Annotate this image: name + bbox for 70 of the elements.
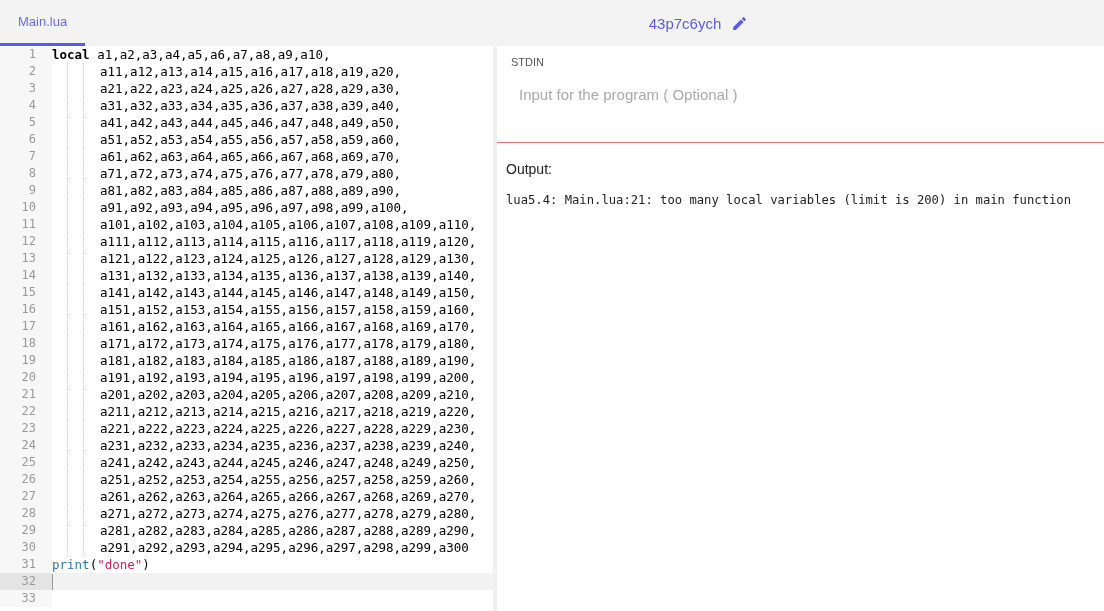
code-line: a211,a212,a213,a214,a215,a216,a217,a218,a219,a220, bbox=[100, 404, 477, 419]
line-number: 14 bbox=[0, 267, 52, 284]
code-line: a171,a172,a173,a174,a175,a176,a177,a178,a179,a180, bbox=[100, 336, 477, 351]
code-line: a161,a162,a163,a164,a165,a166,a167,a168,a169,a170, bbox=[100, 319, 477, 334]
line-number: 17 bbox=[0, 318, 52, 335]
line-number: 21 bbox=[0, 386, 52, 403]
code-line: a271,a272,a273,a274,a275,a276,a277,a278,a279,a280, bbox=[100, 506, 477, 521]
line-number: 12 bbox=[0, 233, 52, 250]
code-line: a291,a292,a293,a294,a295,a296,a297,a298,a299,a300 bbox=[100, 540, 469, 555]
code-line: a201,a202,a203,a204,a205,a206,a207,a208,a209,a210, bbox=[100, 387, 477, 402]
stdin-label: STDIN bbox=[511, 56, 545, 68]
line-number: 8 bbox=[0, 165, 52, 182]
pencil-icon[interactable] bbox=[731, 14, 749, 32]
line-number: 26 bbox=[0, 471, 52, 488]
line-number: 25 bbox=[0, 454, 52, 471]
line-number: 32 bbox=[0, 573, 52, 590]
line-number: 11 bbox=[0, 216, 52, 233]
code-line: a261,a262,a263,a264,a265,a266,a267,a268,a269,a270, bbox=[100, 489, 477, 504]
code-line: a51,a52,a53,a54,a55,a56,a57,a58,a59,a60, bbox=[100, 132, 402, 147]
line-number: 15 bbox=[0, 284, 52, 301]
output-label: Output: bbox=[506, 161, 553, 177]
code-line: local a1,a2,a3,a4,a5,a6,a7,a8,a9,a10, bbox=[52, 47, 331, 62]
line-number: 22 bbox=[0, 403, 52, 420]
code-line: a231,a232,a233,a234,a235,a236,a237,a238,a239,a240, bbox=[100, 438, 477, 453]
line-number: 19 bbox=[0, 352, 52, 369]
code-line: a21,a22,a23,a24,a25,a26,a27,a28,a29,a30, bbox=[100, 81, 402, 96]
code-line: a41,a42,a43,a44,a45,a46,a47,a48,a49,a50, bbox=[100, 115, 402, 130]
line-number: 28 bbox=[0, 505, 52, 522]
code-line: a141,a142,a143,a144,a145,a146,a147,a148,a149,a150, bbox=[100, 285, 477, 300]
output-text: lua5.4: Main.lua:21: too many local variables (limit is 200) in main function bbox=[506, 193, 1072, 207]
line-number: 18 bbox=[0, 335, 52, 352]
text-cursor bbox=[52, 573, 53, 590]
line-number: 2 bbox=[0, 63, 52, 80]
line-number: 3 bbox=[0, 80, 52, 97]
code-line: a121,a122,a123,a124,a125,a126,a127,a128,a129,a130, bbox=[100, 251, 477, 266]
line-number: 27 bbox=[0, 488, 52, 505]
code-line: a31,a32,a33,a34,a35,a36,a37,a38,a39,a40, bbox=[100, 98, 402, 113]
code-line: a81,a82,a83,a84,a85,a86,a87,a88,a89,a90, bbox=[100, 183, 402, 198]
line-number: 6 bbox=[0, 131, 52, 148]
line-number: 30 bbox=[0, 539, 52, 556]
code-line: a101,a102,a103,a104,a105,a106,a107,a108,a109,a110, bbox=[100, 217, 477, 232]
line-number: 1 bbox=[0, 46, 52, 63]
line-number: 16 bbox=[0, 301, 52, 318]
code-line: a241,a242,a243,a244,a245,a246,a247,a248,a249,a250, bbox=[100, 455, 477, 470]
code-line: a191,a192,a193,a194,a195,a196,a197,a198,a199,a200, bbox=[100, 370, 477, 385]
line-number: 31 bbox=[0, 556, 52, 573]
line-number: 13 bbox=[0, 250, 52, 267]
code-line: a111,a112,a113,a114,a115,a116,a117,a118,a119,a120, bbox=[100, 234, 477, 249]
code-line: print("done") bbox=[52, 557, 150, 572]
code-line: a181,a182,a183,a184,a185,a186,a187,a188,a189,a190, bbox=[100, 353, 477, 368]
code-line: a221,a222,a223,a224,a225,a226,a227,a228,a229,a230, bbox=[100, 421, 477, 436]
code-line: a131,a132,a133,a134,a135,a136,a137,a138,a139,a140, bbox=[100, 268, 477, 283]
line-number: 29 bbox=[0, 522, 52, 539]
code-line: a71,a72,a73,a74,a75,a76,a77,a78,a79,a80, bbox=[100, 166, 402, 181]
line-number: 7 bbox=[0, 148, 52, 165]
code-line: a281,a282,a283,a284,a285,a286,a287,a288,a289,a290, bbox=[100, 523, 477, 538]
line-number: 9 bbox=[0, 182, 52, 199]
code-line: a91,a92,a93,a94,a95,a96,a97,a98,a99,a100, bbox=[100, 200, 409, 215]
line-number: 20 bbox=[0, 369, 52, 386]
line-number: 24 bbox=[0, 437, 52, 454]
line-number: 5 bbox=[0, 114, 52, 131]
line-number: 23 bbox=[0, 420, 52, 437]
code-line: a11,a12,a13,a14,a15,a16,a17,a18,a19,a20, bbox=[100, 64, 402, 79]
line-number: 4 bbox=[0, 97, 52, 114]
line-number: 10 bbox=[0, 199, 52, 216]
code-line: a61,a62,a63,a64,a65,a66,a67,a68,a69,a70, bbox=[100, 149, 402, 164]
project-title: 43p7c6ych bbox=[648, 14, 722, 32]
code-line: a251,a252,a253,a254,a255,a256,a257,a258,a259,a260, bbox=[100, 472, 477, 487]
code-line: a151,a152,a153,a154,a155,a156,a157,a158,a159,a160, bbox=[100, 302, 477, 317]
line-number: 33 bbox=[0, 590, 52, 607]
